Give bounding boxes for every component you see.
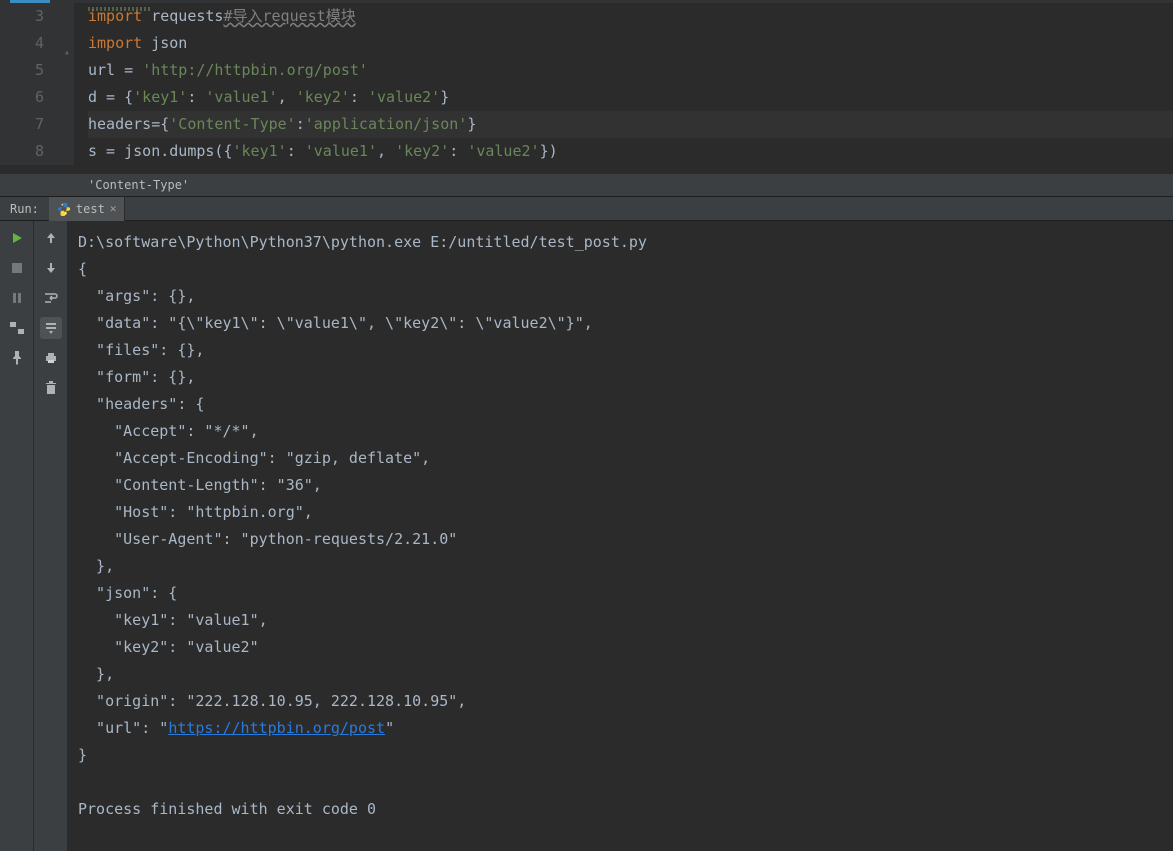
console-line: } bbox=[78, 742, 1163, 769]
console-line: "Accept": "*/*", bbox=[78, 418, 1163, 445]
string-literal: 'value2' bbox=[368, 88, 440, 106]
console-exit-line: Process finished with exit code 0 bbox=[78, 796, 1163, 823]
rerun-icon[interactable] bbox=[6, 227, 28, 249]
scroll-down-icon[interactable] bbox=[40, 257, 62, 279]
close-tab-icon[interactable]: ✕ bbox=[110, 202, 117, 215]
run-label: Run: bbox=[0, 202, 49, 216]
scroll-to-end-icon[interactable] bbox=[40, 317, 62, 339]
console-line: "files": {}, bbox=[78, 337, 1163, 364]
string-literal: 'key1' bbox=[133, 88, 187, 106]
run-tab-test[interactable]: test ✕ bbox=[49, 197, 126, 221]
pause-icon[interactable] bbox=[6, 287, 28, 309]
console-line: "key1": "value1", bbox=[78, 607, 1163, 634]
string-literal: 'http://httpbin.org/post' bbox=[142, 61, 368, 79]
identifier: requests bbox=[142, 7, 223, 25]
console-line: "Host": "httpbin.org", bbox=[78, 499, 1163, 526]
parameter-hint-bar: 'Content-Type' bbox=[0, 173, 1173, 197]
string-literal: 'value1' bbox=[205, 88, 277, 106]
line-number[interactable]: 6 bbox=[0, 84, 74, 111]
run-actions-column bbox=[0, 221, 34, 851]
comment: #导入request模块 bbox=[223, 7, 355, 25]
stop-icon[interactable] bbox=[6, 257, 28, 279]
string-literal: 'application/json' bbox=[305, 115, 468, 133]
run-tab-label: test bbox=[76, 202, 105, 216]
code-line[interactable]: d = {'key1': 'value1', 'key2': 'value2'} bbox=[88, 84, 1173, 111]
parameter-hint-text: 'Content-Type' bbox=[88, 178, 189, 192]
string-literal: 'key1' bbox=[233, 142, 287, 160]
code-text: headers={ bbox=[88, 115, 169, 133]
console-line bbox=[78, 769, 1163, 796]
keyword: import bbox=[88, 34, 142, 52]
code-area[interactable]: import requests#导入request模块 import json … bbox=[88, 3, 1173, 165]
code-line[interactable]: url = 'http://httpbin.org/post' bbox=[88, 57, 1173, 84]
console-line: "headers": { bbox=[78, 391, 1163, 418]
string-literal: 'value1' bbox=[305, 142, 377, 160]
console-line: }, bbox=[78, 661, 1163, 688]
code-line[interactable]: import json bbox=[88, 30, 1173, 57]
console-url-link[interactable]: https://httpbin.org/post bbox=[168, 719, 385, 737]
console-line: }, bbox=[78, 553, 1163, 580]
console-line: "data": "{\"key1\": \"value1\", \"key2\"… bbox=[78, 310, 1163, 337]
console-line: "Content-Length": "36", bbox=[78, 472, 1163, 499]
console-output[interactable]: D:\software\Python\Python37\python.exe E… bbox=[68, 221, 1173, 851]
string-literal: 'Content-Type' bbox=[169, 115, 295, 133]
console-line: "json": { bbox=[78, 580, 1163, 607]
string-literal: 'key2' bbox=[296, 88, 350, 106]
console-line: "origin": "222.128.10.95, 222.128.10.95"… bbox=[78, 688, 1163, 715]
code-text: url = bbox=[88, 61, 142, 79]
fold-indicator-icon[interactable]: ▸ bbox=[53, 49, 80, 55]
line-number[interactable]: 8 bbox=[0, 138, 74, 165]
console-line: "args": {}, bbox=[78, 283, 1163, 310]
output-actions-column bbox=[34, 221, 68, 851]
console-line: D:\software\Python\Python37\python.exe E… bbox=[78, 229, 1163, 256]
code-line[interactable]: import requests#导入request模块 bbox=[88, 3, 1173, 30]
console-line: { bbox=[78, 256, 1163, 283]
console-line: "User-Agent": "python-requests/2.21.0" bbox=[78, 526, 1163, 553]
code-text: d = { bbox=[88, 88, 133, 106]
code-line-active[interactable]: headers={'Content-Type':'application/jso… bbox=[88, 111, 1173, 138]
run-console: D:\software\Python\Python37\python.exe E… bbox=[0, 221, 1173, 851]
squiggle-decoration bbox=[88, 7, 151, 11]
console-line: "url": "https://httpbin.org/post" bbox=[78, 715, 1163, 742]
layout-icon[interactable] bbox=[6, 317, 28, 339]
python-file-icon bbox=[57, 202, 71, 216]
line-number[interactable]: 3 bbox=[0, 3, 74, 30]
print-icon[interactable] bbox=[40, 347, 62, 369]
clear-all-icon[interactable] bbox=[40, 377, 62, 399]
identifier: json bbox=[142, 34, 187, 52]
run-toolwindow-tabs[interactable]: Run: test ✕ bbox=[0, 197, 1173, 221]
soft-wrap-icon[interactable] bbox=[40, 287, 62, 309]
code-editor[interactable]: 3 4 5 6 7 8 ▸ import requests#导入request模… bbox=[0, 3, 1173, 173]
scroll-up-icon[interactable] bbox=[40, 227, 62, 249]
console-line: "form": {}, bbox=[78, 364, 1163, 391]
string-literal: 'value2' bbox=[467, 142, 539, 160]
code-line[interactable]: s = json.dumps({'key1': 'value1', 'key2'… bbox=[88, 138, 1173, 165]
pin-icon[interactable] bbox=[6, 347, 28, 369]
string-literal: 'key2' bbox=[395, 142, 449, 160]
line-number[interactable]: 5 bbox=[0, 57, 74, 84]
code-text: s = json.dumps({ bbox=[88, 142, 233, 160]
line-number[interactable]: 7 bbox=[0, 111, 74, 138]
console-line: "Accept-Encoding": "gzip, deflate", bbox=[78, 445, 1163, 472]
editor-gutter[interactable]: 3 4 5 6 7 8 ▸ bbox=[0, 3, 74, 165]
console-line: "key2": "value2" bbox=[78, 634, 1163, 661]
